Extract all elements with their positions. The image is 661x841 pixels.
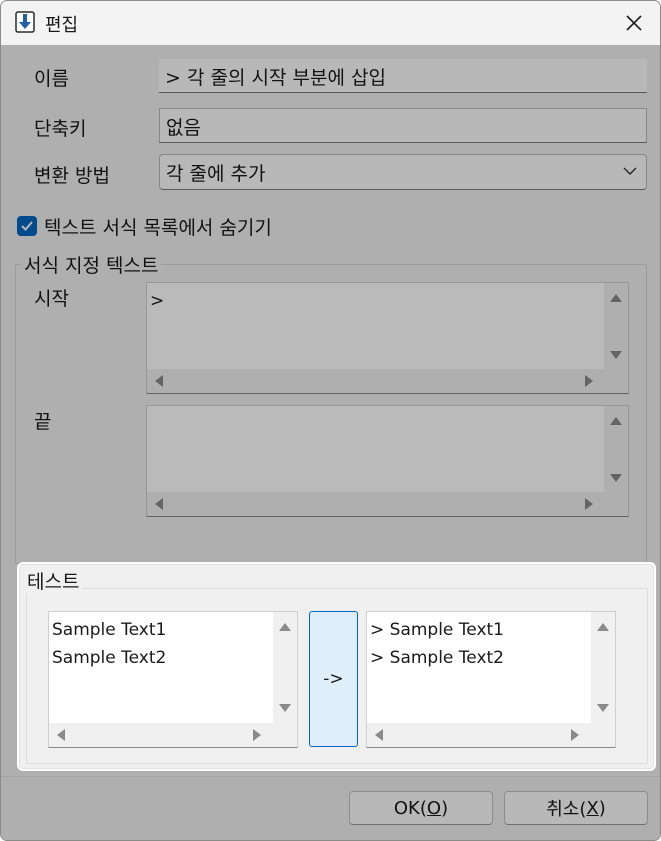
test-input-text: Sample Text1 Sample Text2 bbox=[52, 620, 167, 668]
scroll-right-icon[interactable] bbox=[585, 375, 593, 387]
title-bar: 편집 bbox=[1, 1, 660, 45]
scroll-left-icon[interactable] bbox=[57, 729, 65, 741]
edit-dialog: 편집 이름 > 각 줄의 시작 부분에 삽입 단축키 없음 변환 방법 각 줄에… bbox=[0, 0, 661, 841]
shortcut-field[interactable]: 없음 bbox=[159, 108, 647, 143]
test-input-horizontal-scrollbar[interactable] bbox=[49, 723, 275, 747]
dialog-footer: OK(O) 취소(X) bbox=[1, 776, 660, 840]
test-input-vertical-scrollbar[interactable] bbox=[273, 612, 297, 725]
test-input-textarea[interactable]: Sample Text1 Sample Text2 bbox=[48, 611, 298, 748]
end-horizontal-scrollbar[interactable] bbox=[147, 492, 606, 516]
name-label: 이름 bbox=[34, 68, 69, 90]
test-output-horizontal-scrollbar[interactable] bbox=[367, 723, 593, 747]
dialog-body: 이름 > 각 줄의 시작 부분에 삽입 단축키 없음 변환 방법 각 줄에 추가… bbox=[1, 45, 660, 840]
close-button[interactable] bbox=[608, 1, 660, 45]
method-dropdown[interactable]: 각 줄에 추가 bbox=[159, 154, 647, 190]
method-label: 변환 방법 bbox=[34, 165, 110, 187]
test-output-text: > Sample Text1 > Sample Text2 bbox=[370, 620, 504, 668]
cancel-label-prefix: 취소( bbox=[546, 799, 587, 820]
end-vertical-scrollbar[interactable] bbox=[604, 406, 628, 494]
scroll-right-icon[interactable] bbox=[585, 498, 593, 510]
end-label: 끝 bbox=[34, 411, 52, 433]
scroll-corner bbox=[273, 723, 297, 747]
start-text: > bbox=[150, 291, 165, 311]
cancel-label-suffix: ) bbox=[598, 797, 606, 819]
start-vertical-scrollbar[interactable] bbox=[604, 283, 628, 371]
download-arrow-icon bbox=[15, 11, 35, 33]
scroll-right-icon[interactable] bbox=[253, 729, 261, 741]
chevron-down-icon bbox=[623, 167, 637, 175]
scroll-left-icon[interactable] bbox=[375, 729, 383, 741]
test-output-textarea[interactable]: > Sample Text1 > Sample Text2 bbox=[366, 611, 616, 748]
window-title: 편집 bbox=[45, 15, 79, 36]
hide-from-list-checkbox[interactable] bbox=[17, 216, 37, 236]
cancel-accelerator-key: X bbox=[586, 797, 599, 819]
start-textarea[interactable]: > bbox=[146, 282, 629, 394]
scroll-down-icon[interactable] bbox=[597, 704, 609, 712]
ok-label-suffix: ) bbox=[441, 797, 449, 819]
cancel-button[interactable]: 취소(X) bbox=[504, 791, 648, 825]
close-icon bbox=[626, 15, 642, 31]
method-selected-value: 각 줄에 추가 bbox=[166, 163, 266, 185]
end-textarea[interactable] bbox=[146, 405, 629, 517]
scroll-up-icon[interactable] bbox=[597, 623, 609, 631]
convert-button[interactable]: -> bbox=[309, 611, 358, 747]
scroll-down-icon[interactable] bbox=[279, 704, 291, 712]
scroll-corner bbox=[604, 492, 628, 516]
start-label: 시작 bbox=[34, 288, 69, 310]
scroll-left-icon[interactable] bbox=[155, 375, 163, 387]
test-group: 테스트 Sample Text1 Sample Text2 -> > Sampl… bbox=[19, 564, 654, 769]
scroll-up-icon[interactable] bbox=[610, 417, 622, 425]
scroll-down-icon[interactable] bbox=[610, 351, 622, 359]
scroll-corner bbox=[604, 369, 628, 393]
name-input[interactable]: > 각 줄의 시작 부분에 삽입 bbox=[159, 59, 647, 93]
scroll-right-icon[interactable] bbox=[571, 729, 579, 741]
scroll-corner bbox=[591, 723, 615, 747]
format-text-group-title: 서식 지정 텍스트 bbox=[21, 251, 162, 278]
test-output-vertical-scrollbar[interactable] bbox=[591, 612, 615, 725]
start-horizontal-scrollbar[interactable] bbox=[147, 369, 606, 393]
test-group-title: 테스트 bbox=[24, 567, 83, 594]
ok-button[interactable]: OK(O) bbox=[349, 791, 493, 825]
scroll-left-icon[interactable] bbox=[155, 498, 163, 510]
ok-accelerator-key: O bbox=[426, 797, 442, 819]
ok-label-prefix: OK( bbox=[393, 797, 427, 819]
scroll-up-icon[interactable] bbox=[279, 623, 291, 631]
scroll-down-icon[interactable] bbox=[610, 474, 622, 482]
scroll-up-icon[interactable] bbox=[610, 294, 622, 302]
hide-from-list-label[interactable]: 텍스트 서식 목록에서 숨기기 bbox=[44, 213, 272, 240]
shortcut-label: 단축키 bbox=[34, 118, 87, 140]
checkmark-icon bbox=[21, 221, 33, 231]
